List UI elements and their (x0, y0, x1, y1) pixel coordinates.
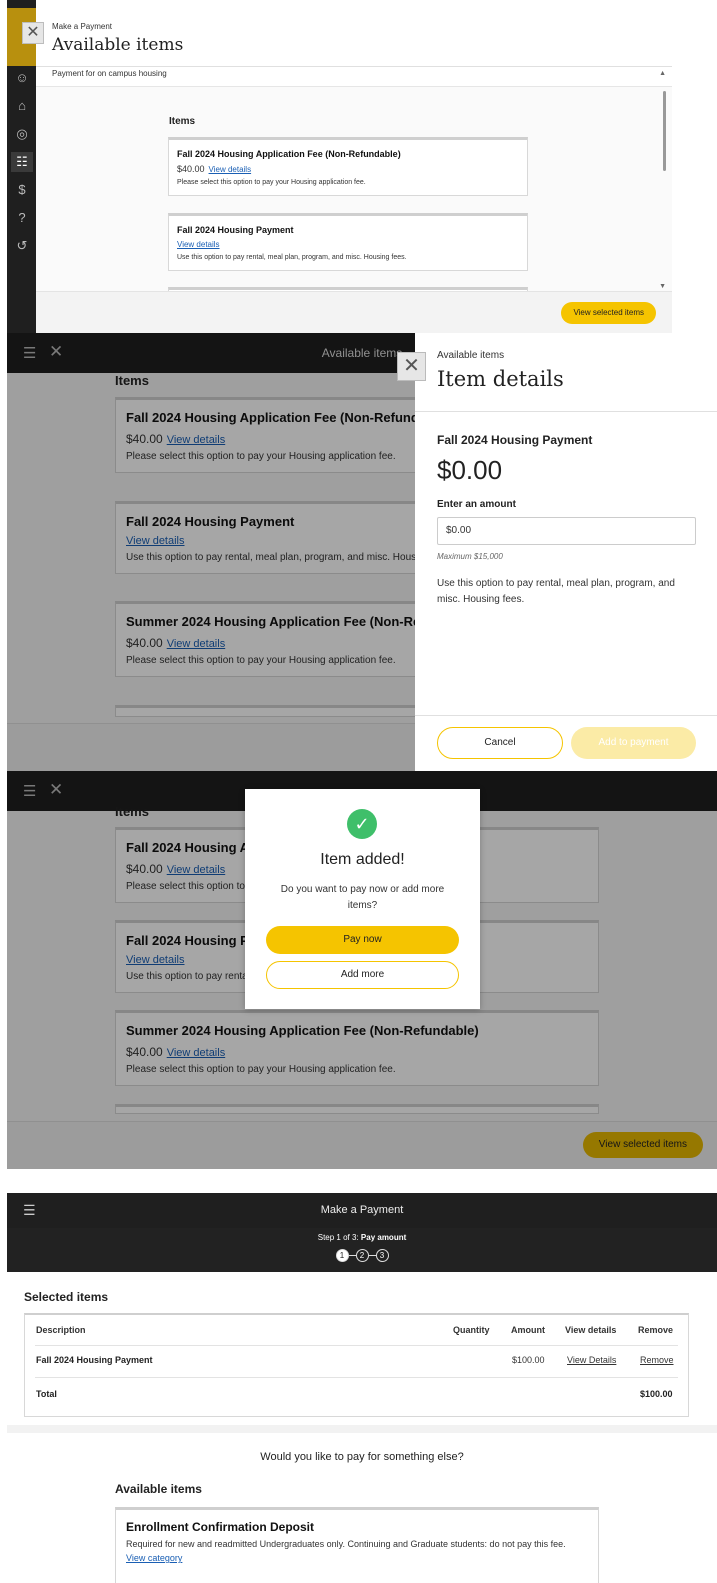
modal-title: Item added! (320, 851, 405, 868)
column-amount: Amount (511, 1325, 545, 1335)
section-separator (7, 1425, 717, 1433)
total-label: Total (36, 1389, 57, 1399)
available-item-card[interactable]: Enrollment Confirmation Deposit Required… (115, 1507, 599, 1583)
view-category-link[interactable]: View category (126, 1553, 588, 1563)
drawer-title: Item details (437, 367, 564, 391)
pay-else-prompt: Would you like to pay for something else… (260, 1451, 464, 1463)
step-2: 2 (355, 1249, 369, 1262)
check-icon: ✓ (347, 809, 377, 839)
item-description: Required for new and readmitted Undergra… (126, 1539, 566, 1549)
amount-input[interactable]: $0.00 (437, 517, 696, 545)
divider (36, 66, 672, 67)
step-connector (348, 1255, 356, 1256)
scroll-down-icon[interactable]: ▼ (659, 283, 666, 290)
divider (415, 411, 717, 412)
available-items-heading: Available items (115, 1482, 202, 1496)
item-added-modal: ✓ Item added! Do you want to pay now or … (245, 789, 480, 1009)
globe-icon[interactable]: ◎ (11, 124, 33, 144)
modal-text: Do you want to pay now or add more items… (280, 884, 445, 911)
view-details-link[interactable]: View details (177, 240, 519, 249)
item-card[interactable]: Fall 2024 Housing Payment View details U… (168, 213, 528, 271)
close-icon[interactable]: ✕ (397, 352, 426, 381)
step-1: 1 (335, 1249, 349, 1262)
add-more-button[interactable]: Add more (266, 961, 459, 989)
items-list-area: Items Fall 2024 Housing Application Fee … (36, 86, 672, 297)
profile-icon[interactable]: ☺ (11, 68, 33, 88)
logout-icon[interactable]: ↺ (11, 236, 33, 256)
breadcrumb: Make a Payment (52, 22, 113, 31)
dollar-icon[interactable]: $ (11, 180, 33, 200)
scroll-up-icon[interactable]: ▲ (659, 70, 666, 77)
drawer-amount: $0.00 (437, 455, 503, 485)
item-card[interactable]: Fall 2024 Housing Application Fee (Non-R… (168, 137, 528, 196)
step-3: 3 (375, 1249, 389, 1262)
step-connector (368, 1255, 376, 1256)
available-items-sheet: Make a Payment Available items Payment f… (36, 8, 672, 333)
help-icon[interactable]: ? (11, 208, 33, 228)
items-heading: Items (169, 116, 196, 127)
item-title: Enrollment Confirmation Deposit (126, 1520, 315, 1534)
step-indicator: Step 1 of 3: Pay amount 1 2 3 (7, 1228, 717, 1272)
pay-now-button[interactable]: Pay now (266, 926, 459, 954)
topbar-title: Make a Payment (320, 1204, 404, 1216)
panel-selected-items: ☰ Make a Payment Step 1 of 3: Pay amount… (7, 1193, 717, 1583)
drawer-description: Use this option to pay rental, meal plan… (437, 578, 675, 605)
amount-label: Enter an amount (437, 499, 516, 510)
drawer-item-name: Fall 2024 Housing Payment (437, 433, 593, 447)
drawer-breadcrumb: Available items (437, 350, 505, 361)
item-description: Use this option to pay rental, meal plan… (177, 254, 407, 261)
home-icon[interactable]: ⌂ (11, 96, 33, 116)
step-label: Step 1 of 3: Pay amount (7, 1233, 717, 1242)
left-nav-bar: ☺ ⌂ ◎ ☷ $ ? ↺ (7, 0, 36, 333)
divider (35, 1345, 678, 1346)
row-amount: $100.00 (512, 1355, 545, 1365)
panel-available-items-initial: ☺ ⌂ ◎ ☷ $ ? ↺ Make a Payment Available i… (0, 0, 717, 333)
remove-link[interactable]: Remove (640, 1355, 674, 1365)
selected-items-heading: Selected items (24, 1290, 109, 1304)
step-dots: 1 2 3 (7, 1249, 717, 1262)
item-details-drawer: Available items Item details Fall 2024 H… (415, 333, 717, 771)
view-selected-items-button[interactable]: View selected items (561, 302, 656, 324)
column-description: Description (36, 1325, 86, 1335)
divider (35, 1377, 678, 1378)
scrollbar[interactable] (663, 91, 666, 171)
column-view-details: View details (565, 1325, 617, 1335)
payment-purpose: Payment for on campus housing (52, 69, 167, 78)
item-price-row: $40.00 View details (177, 164, 519, 174)
item-title: Fall 2024 Housing Payment (177, 225, 294, 235)
column-remove: Remove (638, 1325, 674, 1335)
selected-items-table: Description Quantity Amount View details… (24, 1313, 689, 1417)
view-details-link[interactable]: View Details (567, 1355, 616, 1365)
divider (415, 715, 717, 716)
page-title: Available items (52, 35, 184, 55)
item-title: Fall 2024 Housing Application Fee (Non-R… (177, 149, 401, 159)
sheet-footer: View selected items (36, 291, 672, 333)
top-bar: ☰ Make a Payment (7, 1193, 717, 1228)
close-icon[interactable]: ✕ (22, 22, 44, 44)
step-name: Pay amount (360, 1233, 407, 1242)
payment-icon[interactable]: ☷ (11, 152, 33, 172)
maximum-hint: Maximum $15,000 (437, 552, 503, 561)
cancel-button[interactable]: Cancel (437, 727, 563, 759)
column-quantity: Quantity (453, 1325, 490, 1335)
step-prefix: Step 1 of 3: (317, 1233, 359, 1242)
total-value: $100.00 (640, 1389, 673, 1399)
row-description: Fall 2024 Housing Payment (36, 1355, 153, 1365)
item-description: Please select this option to pay your Ho… (177, 179, 366, 186)
view-details-link[interactable]: View details (209, 165, 252, 174)
add-to-payment-button[interactable]: Add to payment (571, 727, 696, 759)
item-price: $40.00 (177, 164, 205, 174)
